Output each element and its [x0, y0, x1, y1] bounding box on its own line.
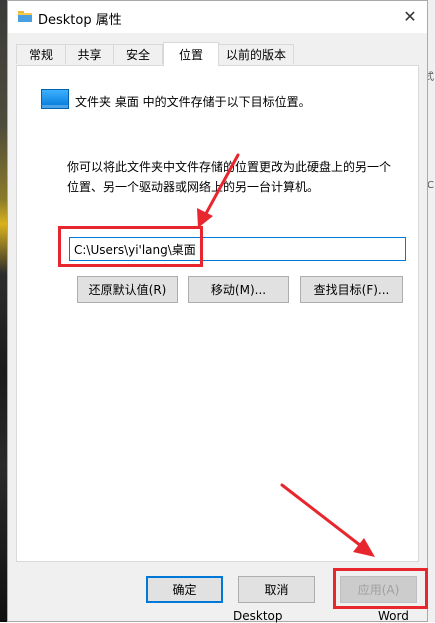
window-title: Desktop 属性 [38, 13, 122, 28]
taskbar-item-desktop[interactable]: Desktop [233, 609, 283, 623]
find-target-button[interactable]: 查找目标(F)... [300, 276, 403, 303]
restore-default-button[interactable]: 还原默认值(R) [77, 276, 178, 303]
location-description: 文件夹 桌面 中的文件存储于以下目标位置。 [75, 95, 311, 109]
tab-location[interactable]: 位置 [163, 42, 219, 66]
title-bar: Desktop 属性 ✕ [8, 1, 427, 33]
close-button[interactable]: ✕ [397, 3, 423, 29]
apply-button[interactable]: 应用(A) [340, 576, 417, 603]
tab-general[interactable]: 常规 [16, 44, 66, 64]
location-panel: 文件夹 桌面 中的文件存储于以下目标位置。 你可以将此文件夹中文件存储的位置更改… [16, 65, 419, 562]
tab-security[interactable]: 安全 [113, 44, 163, 64]
desktop-folder-icon [41, 89, 69, 109]
tab-previous-versions[interactable]: 以前的版本 [218, 44, 294, 64]
properties-dialog: Desktop 属性 ✕ 常规 共享 安全 位置 以前的版本 文件夹 桌面 中的… [7, 0, 428, 622]
cancel-button[interactable]: 取消 [238, 576, 315, 603]
move-button[interactable]: 移动(M)... [188, 276, 289, 303]
taskbar-item-word[interactable]: Word [378, 609, 409, 623]
background-text-fragment: C [427, 180, 434, 191]
folder-path-input[interactable] [69, 237, 406, 261]
folder-icon [18, 11, 32, 22]
info-text-line-1: 你可以将此文件夹中文件存储的位置更改为此硬盘上的另一个 [67, 160, 392, 174]
info-text-line-2: 位置、另一个驱动器或网络上的另一台计算机。 [67, 180, 320, 194]
tab-sharing[interactable]: 共享 [65, 44, 114, 64]
close-icon: ✕ [403, 6, 417, 26]
ok-button[interactable]: 确定 [146, 576, 223, 603]
